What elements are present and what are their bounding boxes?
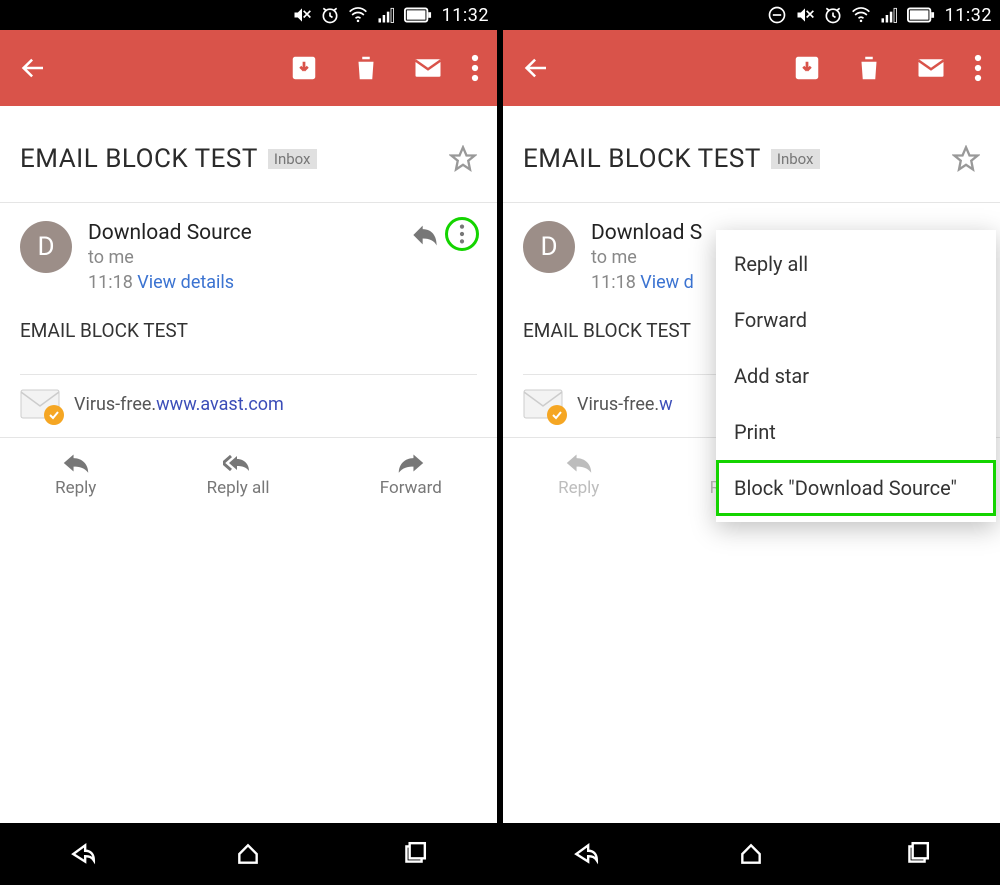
status-time: 11:32 bbox=[945, 5, 992, 26]
avast-footer: Virus-free. www.avast.com bbox=[0, 375, 497, 438]
mark-unread-button[interactable] bbox=[916, 53, 946, 83]
recipient-label: to me bbox=[88, 247, 252, 268]
avast-text: Virus-free. bbox=[577, 394, 659, 415]
avast-link[interactable]: www.avast.com bbox=[156, 394, 284, 415]
nav-home-icon[interactable] bbox=[235, 841, 261, 867]
app-toolbar bbox=[503, 30, 1000, 106]
message-overflow-menu: Reply all Forward Add star Print Block "… bbox=[716, 230, 996, 522]
checkmark-badge-icon bbox=[44, 405, 64, 425]
status-bar: 11:32 bbox=[0, 0, 497, 30]
back-button[interactable] bbox=[18, 53, 48, 83]
back-button[interactable] bbox=[521, 53, 551, 83]
delete-button[interactable] bbox=[854, 53, 884, 83]
screenshot-left: 11:32 EMAIL BLOCK TEST Inbox D Download … bbox=[0, 0, 497, 885]
screenshot-right: 11:32 EMAIL BLOCK TEST Inbox D Download … bbox=[503, 0, 1000, 885]
mute-icon bbox=[292, 5, 312, 25]
menu-item-reply-all[interactable]: Reply all bbox=[716, 236, 996, 292]
envelope-icon bbox=[523, 389, 563, 419]
sender-avatar[interactable]: D bbox=[523, 221, 575, 273]
subject-row: EMAIL BLOCK TEST Inbox bbox=[0, 106, 497, 203]
email-subject: EMAIL BLOCK TEST bbox=[20, 144, 258, 174]
archive-button[interactable] bbox=[792, 53, 822, 83]
menu-item-block-sender[interactable]: Block "Download Source" bbox=[716, 460, 996, 516]
envelope-icon bbox=[20, 389, 60, 419]
email-time: 11:18 View details bbox=[88, 272, 252, 293]
email-time: 11:18 View d bbox=[591, 272, 702, 293]
dnd-icon bbox=[767, 5, 787, 25]
action-bar: Reply Reply all Forward bbox=[0, 438, 497, 510]
mark-unread-button[interactable] bbox=[413, 53, 443, 83]
avast-link[interactable]: w bbox=[659, 394, 673, 415]
sender-name[interactable]: Download S bbox=[591, 221, 702, 245]
status-time: 11:32 bbox=[442, 5, 489, 26]
android-nav-bar bbox=[503, 823, 1000, 885]
archive-button[interactable] bbox=[289, 53, 319, 83]
wifi-icon bbox=[348, 5, 368, 25]
reply-all-button[interactable]: Reply all bbox=[207, 452, 270, 498]
alarm-icon bbox=[823, 5, 843, 25]
alarm-icon bbox=[320, 5, 340, 25]
sender-avatar[interactable]: D bbox=[20, 221, 72, 273]
sender-block: D Download Source to me 11:18 View detai… bbox=[0, 203, 497, 303]
nav-recent-icon[interactable] bbox=[401, 841, 427, 867]
overflow-menu-button[interactable] bbox=[471, 53, 479, 83]
app-toolbar bbox=[0, 30, 497, 106]
android-nav-bar bbox=[0, 823, 497, 885]
forward-button[interactable]: Forward bbox=[380, 452, 442, 498]
nav-home-icon[interactable] bbox=[738, 841, 764, 867]
star-button[interactable] bbox=[952, 145, 980, 173]
delete-button[interactable] bbox=[351, 53, 381, 83]
menu-item-forward[interactable]: Forward bbox=[716, 292, 996, 348]
reply-button[interactable]: Reply bbox=[558, 452, 599, 498]
sender-name[interactable]: Download Source bbox=[88, 221, 252, 245]
avast-text: Virus-free. bbox=[74, 394, 156, 415]
signal-icon bbox=[879, 5, 899, 25]
recipient-label: to me bbox=[591, 247, 702, 268]
nav-recent-icon[interactable] bbox=[904, 841, 930, 867]
menu-item-print[interactable]: Print bbox=[716, 404, 996, 460]
signal-icon bbox=[376, 5, 396, 25]
nav-back-icon[interactable] bbox=[70, 841, 96, 867]
reply-icon[interactable] bbox=[411, 221, 439, 249]
menu-item-add-star[interactable]: Add star bbox=[716, 348, 996, 404]
folder-tag[interactable]: Inbox bbox=[268, 149, 317, 169]
star-button[interactable] bbox=[449, 145, 477, 173]
nav-back-icon[interactable] bbox=[573, 841, 599, 867]
reply-button[interactable]: Reply bbox=[55, 452, 96, 498]
wifi-icon bbox=[851, 5, 871, 25]
message-overflow-button[interactable] bbox=[445, 217, 479, 251]
battery-icon bbox=[907, 5, 935, 25]
view-details-link[interactable]: View d bbox=[640, 272, 694, 293]
status-bar: 11:32 bbox=[503, 0, 1000, 30]
battery-icon bbox=[404, 5, 432, 25]
overflow-menu-button[interactable] bbox=[974, 53, 982, 83]
folder-tag[interactable]: Inbox bbox=[771, 149, 820, 169]
view-details-link[interactable]: View details bbox=[137, 272, 234, 293]
email-body: EMAIL BLOCK TEST bbox=[0, 303, 497, 356]
email-subject: EMAIL BLOCK TEST bbox=[523, 144, 761, 174]
subject-row: EMAIL BLOCK TEST Inbox bbox=[503, 106, 1000, 203]
checkmark-badge-icon bbox=[547, 405, 567, 425]
mute-icon bbox=[795, 5, 815, 25]
